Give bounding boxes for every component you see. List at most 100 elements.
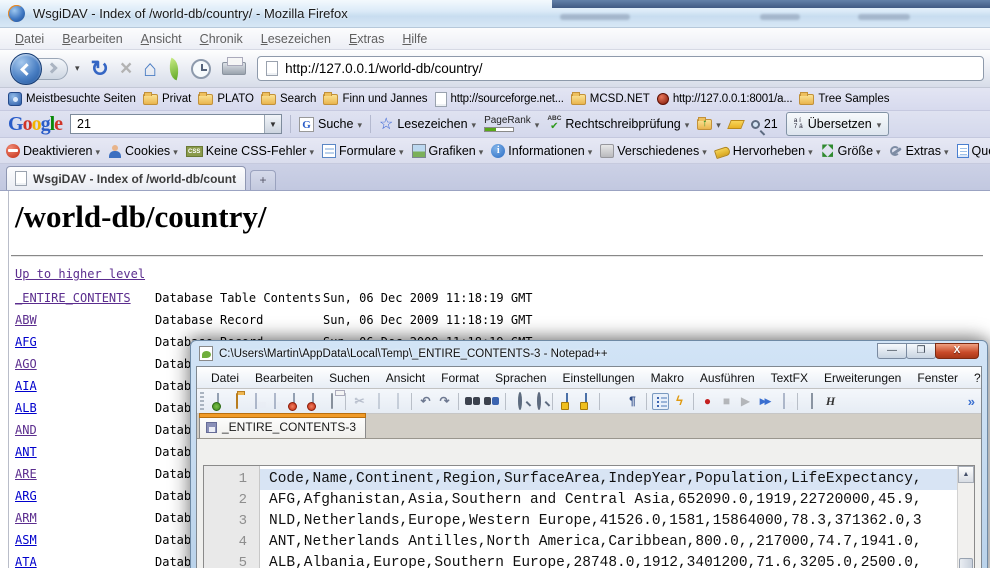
dev-css[interactable]: CSS Keine CSS-Fehler — [186, 144, 314, 158]
scroll-up-arrow[interactable]: ▲ — [958, 466, 974, 483]
npp-menu-format[interactable]: Format — [433, 369, 487, 387]
entry-link[interactable]: AND — [15, 423, 155, 437]
undo-icon[interactable]: ↶ — [417, 393, 434, 409]
dev-formulare[interactable]: Formulare — [322, 144, 404, 158]
dev-cookies[interactable]: Cookies — [108, 144, 178, 158]
print-button[interactable] — [222, 62, 246, 75]
npp-menu-help[interactable]: ? — [966, 369, 989, 387]
uebersetzen-button[interactable]: a í 7 ä Übersetzen — [786, 112, 890, 136]
close-button[interactable]: X — [935, 343, 979, 359]
npp-menu-bearbeiten[interactable]: Bearbeiten — [247, 369, 321, 387]
dev-quelltext[interactable]: Quelltext — [957, 144, 990, 158]
editor-area[interactable]: 1 2 3 4 5 6 Code,Name,Continent,Region,S… — [203, 465, 975, 568]
home-button[interactable]: ⌂ — [143, 57, 157, 80]
chevron-down-icon[interactable] — [535, 117, 540, 131]
notepad-plus-plus-window[interactable]: C:\Users\Martin\AppData\Local\Temp\_ENTI… — [190, 340, 988, 568]
npp-menu-ansicht[interactable]: Ansicht — [378, 369, 433, 387]
chevron-down-icon[interactable] — [716, 117, 721, 131]
redo-icon[interactable]: ↷ — [436, 393, 453, 409]
macro-stop-icon[interactable]: ■ — [718, 393, 735, 409]
zoom-in-icon[interactable] — [511, 393, 528, 409]
bookmark-privat[interactable]: Privat — [143, 93, 191, 105]
npp-menu-erweiterungen[interactable]: Erweiterungen — [816, 369, 909, 387]
reload-button[interactable]: ↻ — [91, 58, 109, 80]
entry-link[interactable]: _ENTIRE_CONTENTS — [15, 291, 155, 305]
editor-line[interactable]: ANT,Netherlands Antilles,North America,C… — [260, 532, 957, 553]
spellcheck-button[interactable]: ABC ✔ Rechtschreibprüfung — [547, 116, 689, 132]
google-lesezeichen-button[interactable]: ☆ Lesezeichen — [379, 114, 476, 134]
url-bar[interactable]: http://127.0.0.1/world-db/country/ — [257, 56, 984, 81]
entry-link[interactable]: ARM — [15, 511, 155, 525]
menu-extras[interactable]: Extras — [340, 30, 393, 48]
entry-link[interactable]: AGO — [15, 357, 155, 371]
dev-extras[interactable]: Extras — [889, 144, 949, 158]
chevron-down-icon[interactable] — [877, 115, 882, 133]
bookmark-localhost-8001[interactable]: http://127.0.0.1:8001/a... — [657, 93, 792, 105]
new-tab-button[interactable]: + — [250, 170, 276, 190]
search-value[interactable]: 21 — [71, 117, 264, 131]
word-wrap-icon[interactable] — [605, 393, 622, 409]
find-icon[interactable] — [464, 393, 481, 409]
npp-menu-datei[interactable]: Datei — [203, 369, 247, 387]
chevron-down-icon[interactable]: ▼ — [264, 115, 281, 133]
code-text-area[interactable]: Code,Name,Continent,Region,SurfaceArea,I… — [260, 466, 957, 568]
highlighter-button[interactable] — [729, 120, 743, 129]
chevron-down-icon[interactable] — [472, 117, 477, 131]
save-button[interactable] — [247, 393, 264, 409]
chevron-down-icon[interactable] — [357, 117, 362, 131]
npp-menu-suchen[interactable]: Suchen — [321, 369, 378, 387]
editor-line[interactable]: NLD,Netherlands,Europe,Western Europe,41… — [260, 511, 957, 532]
npp-menu-einstellungen[interactable]: Einstellungen — [555, 369, 643, 387]
macro-record-icon[interactable]: ● — [699, 393, 716, 409]
tab-wsgidav[interactable]: WsgiDAV - Index of /world-db/count... — [6, 166, 246, 190]
menu-datei[interactable]: Datei — [6, 30, 53, 48]
close-all-button[interactable] — [304, 393, 321, 409]
menu-chronik[interactable]: Chronik — [191, 30, 252, 48]
indent-guide-icon[interactable] — [652, 393, 669, 410]
menu-hilfe[interactable]: Hilfe — [393, 30, 436, 48]
bookmark-plato[interactable]: PLATO — [198, 93, 254, 105]
open-file-button[interactable] — [228, 393, 245, 409]
clock-extension-icon[interactable] — [191, 59, 211, 79]
dev-grafiken[interactable]: Grafiken — [412, 144, 484, 158]
toolbar-overflow-chevron[interactable]: » — [968, 394, 975, 409]
sync-horizontal-icon[interactable] — [577, 393, 594, 409]
up-to-higher-level-link[interactable]: Up to higher level — [15, 267, 145, 281]
google-suche-button[interactable]: G Suche — [299, 117, 362, 132]
npp-menu-sprachen[interactable]: Sprachen — [487, 369, 554, 387]
find-count[interactable]: 21 — [751, 117, 778, 131]
leaf-extension-icon[interactable] — [165, 57, 183, 80]
url-text[interactable]: http://127.0.0.1/world-db/country/ — [285, 61, 482, 76]
replace-icon[interactable] — [483, 393, 500, 409]
npp-menu-textfx[interactable]: TextFX — [763, 369, 816, 387]
sync-vertical-icon[interactable] — [558, 393, 575, 409]
bookmark-sourceforge[interactable]: http://sourceforge.net... — [435, 92, 564, 107]
maximize-button[interactable]: ❐ — [906, 343, 936, 359]
google-logo[interactable]: Google — [8, 113, 62, 136]
vertical-scrollbar[interactable]: ▲ — [957, 466, 974, 568]
npp-menu-makro[interactable]: Makro — [643, 369, 692, 387]
show-symbols-icon[interactable]: ¶ — [624, 393, 641, 409]
save-all-button[interactable] — [266, 393, 283, 409]
menu-bearbeiten[interactable]: Bearbeiten — [53, 30, 131, 48]
scrollbar-thumb[interactable] — [959, 558, 973, 568]
npp-menu-ausfuehren[interactable]: Ausführen — [692, 369, 763, 387]
copy-icon[interactable] — [370, 393, 387, 409]
zoom-out-icon[interactable] — [530, 393, 547, 409]
bookmark-finn-und-jannes[interactable]: Finn und Jannes — [323, 93, 427, 105]
print-button[interactable] — [323, 393, 340, 409]
paste-icon[interactable] — [389, 393, 406, 409]
bookmark-search[interactable]: Search — [261, 93, 316, 105]
entry-link[interactable]: ARG — [15, 489, 155, 503]
editor-line[interactable]: AFG,Afghanistan,Asia,Southern and Centra… — [260, 490, 957, 511]
close-file-button[interactable] — [285, 393, 302, 409]
bookmark-meistbesuchte-seiten[interactable]: Meistbesuchte Seiten — [8, 92, 136, 106]
new-file-button[interactable] — [209, 393, 226, 409]
chevron-down-icon[interactable] — [685, 117, 690, 131]
history-dropdown-icon[interactable]: ▾ — [75, 63, 80, 74]
document-tab[interactable]: _ENTIRE_CONTENTS-3 — [199, 415, 366, 438]
doc-switcher-icon[interactable] — [803, 393, 820, 409]
entry-link[interactable]: ABW — [15, 313, 155, 327]
macro-run-multiple-icon[interactable]: ▶▶ — [756, 393, 773, 409]
macro-save-icon[interactable] — [775, 393, 792, 409]
